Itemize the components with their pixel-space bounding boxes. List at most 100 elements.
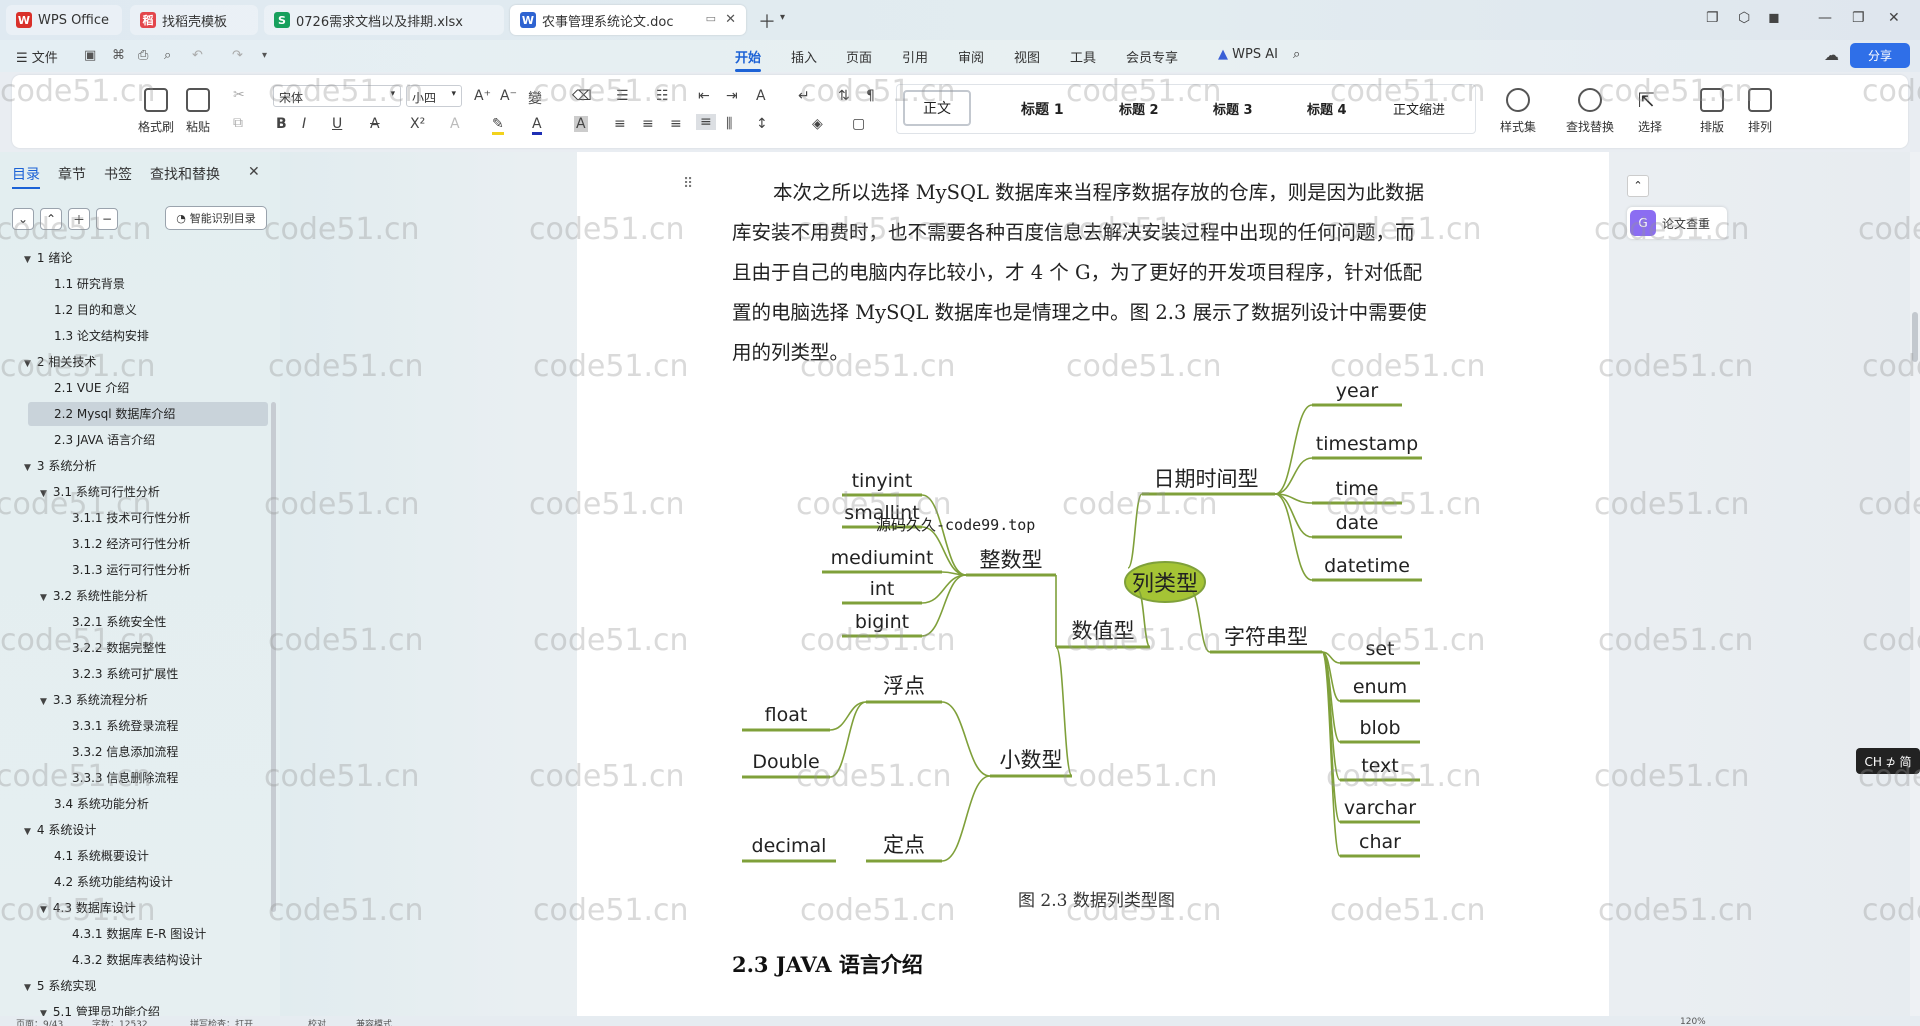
font-name-select[interactable]: 宋体 ▾: [273, 85, 401, 107]
toc-item[interactable]: ▼ 3.3 系统流程分析: [40, 688, 148, 712]
chevron-down-icon[interactable]: ▼: [40, 905, 47, 915]
toc-item[interactable]: 2.2 Mysql 数据库介绍: [28, 402, 268, 426]
menu-insert[interactable]: 插入: [791, 47, 817, 66]
preview-icon[interactable]: ⌕: [164, 48, 171, 63]
avatar[interactable]: ◼: [1768, 10, 1780, 26]
bold-icon[interactable]: B: [276, 116, 287, 132]
chevron-down-icon[interactable]: ▼: [40, 489, 47, 499]
spell-check[interactable]: 拼写检查：打开: [190, 1017, 253, 1026]
zoom-level[interactable]: 120%: [1680, 1017, 1706, 1026]
toc-item[interactable]: ▼ 1 绪论: [24, 246, 72, 270]
style-set-button[interactable]: 样式集: [1500, 88, 1536, 135]
remove-heading-button[interactable]: −: [96, 208, 118, 230]
highlight-icon[interactable]: ✎: [492, 116, 504, 135]
tab-docer[interactable]: 稻 找稻壳模板: [130, 5, 258, 35]
toc-item[interactable]: 3.3.1 系统登录流程: [58, 714, 178, 738]
text-direction-icon[interactable]: A: [756, 88, 766, 104]
maximize-icon[interactable]: ❐: [1852, 10, 1865, 26]
close-window-icon[interactable]: ✕: [1888, 10, 1900, 26]
toc-scrollbar[interactable]: [271, 402, 276, 912]
tab-spreadsheet[interactable]: S 0726需求文档以及排期.xlsx: [264, 5, 504, 35]
toc-item[interactable]: 3.1.1 技术可行性分析: [58, 506, 190, 530]
plagiarism-check-button[interactable]: G 论文查重: [1627, 207, 1727, 239]
format-painter-button[interactable]: 格式刷: [138, 88, 174, 135]
cut-icon[interactable]: ✂: [233, 87, 245, 103]
toc-item[interactable]: ▼ 3.2 系统性能分析: [40, 584, 148, 608]
toc-item[interactable]: 3.3.2 信息添加流程: [58, 740, 178, 764]
toc-item[interactable]: 3.1.3 运行可行性分析: [58, 558, 190, 582]
doc-scrollbar-thumb[interactable]: [1912, 312, 1918, 362]
toc-item[interactable]: ▼ 2 相关技术: [24, 350, 96, 374]
toc-item[interactable]: 3.2.2 数据完整性: [58, 636, 166, 660]
word-count[interactable]: 字数：12532: [92, 1017, 148, 1026]
save-icon[interactable]: ▣: [84, 48, 96, 63]
toc-item[interactable]: 1.1 研究背景: [40, 272, 125, 296]
close-panel-icon[interactable]: ✕: [248, 164, 260, 180]
tab-wps-office[interactable]: W WPS Office: [6, 5, 122, 35]
share-button[interactable]: 分享: [1850, 43, 1910, 68]
chevron-down-icon[interactable]: ▾: [780, 12, 785, 23]
toc-item[interactable]: 3.2.3 系统可扩展性: [58, 662, 178, 686]
tab-find-replace[interactable]: 查找和替换: [150, 164, 220, 184]
file-menu[interactable]: ☰ 文件: [16, 47, 58, 66]
menu-view[interactable]: 视图: [1014, 47, 1040, 66]
ime-indicator[interactable]: CH ⊅ 简: [1856, 748, 1920, 774]
layout-button[interactable]: 排版: [1700, 88, 1724, 135]
increase-indent-icon[interactable]: ⇥: [726, 88, 738, 104]
font-size-select[interactable]: 小四 ▾: [406, 85, 462, 107]
justify-icon[interactable]: ≡: [696, 114, 716, 130]
chevron-down-icon[interactable]: ▼: [24, 359, 31, 369]
superscript-icon[interactable]: X²: [410, 116, 425, 132]
minimize-icon[interactable]: —: [1818, 10, 1832, 26]
decrease-indent-icon[interactable]: ⇤: [698, 88, 710, 104]
style-heading-3[interactable]: 标题 3: [1213, 99, 1253, 118]
line-spacing-icon[interactable]: ↕: [756, 116, 768, 132]
page-count[interactable]: 页面：9/43: [16, 1017, 63, 1026]
tab-chapters[interactable]: 章节: [58, 164, 86, 184]
toc-item[interactable]: ▼ 3 系统分析: [24, 454, 96, 478]
menu-home[interactable]: 开始: [735, 47, 762, 72]
toc-item[interactable]: 2.1 VUE 介绍: [40, 376, 129, 400]
align-left-icon[interactable]: ≡: [614, 116, 626, 132]
style-heading-4[interactable]: 标题 4: [1307, 99, 1347, 118]
more-icon[interactable]: ▾: [262, 50, 267, 61]
monitor-icon[interactable]: ▭: [706, 12, 716, 25]
toc-item[interactable]: ▼ 4 系统设计: [24, 818, 96, 842]
doc-scrollbar[interactable]: [1910, 152, 1920, 1016]
toc-item[interactable]: ▼ 5 系统实现: [24, 974, 96, 998]
style-body-indent[interactable]: 正文缩进: [1393, 99, 1445, 118]
print-icon[interactable]: ⎙: [138, 48, 148, 63]
find-replace-button[interactable]: 查找替换: [1566, 88, 1614, 135]
smart-toc-button[interactable]: ◔ 智能识别目录: [165, 206, 267, 230]
align-center-icon[interactable]: ≡: [642, 116, 654, 132]
paste-button[interactable]: 粘贴: [186, 88, 210, 135]
phonetic-icon[interactable]: 變: [528, 88, 542, 108]
text-effect-icon[interactable]: A: [450, 116, 460, 132]
toc-item[interactable]: 4.1 系统概要设计: [40, 844, 149, 868]
toc-item[interactable]: 1.2 目的和意义: [40, 298, 137, 322]
toc-item[interactable]: 3.4 系统功能分析: [40, 792, 149, 816]
char-shading-icon[interactable]: A: [574, 116, 588, 132]
cloud-icon[interactable]: ☁: [1824, 46, 1839, 64]
toc-item[interactable]: 3.3.3 信息删除流程: [58, 766, 178, 790]
toc-item[interactable]: 4.3.2 数据库表结构设计: [58, 948, 202, 972]
close-tab-icon[interactable]: ✕: [725, 12, 736, 27]
redo-icon[interactable]: ↷: [232, 48, 243, 63]
shrink-font-icon[interactable]: A⁻: [500, 88, 517, 104]
restore-pages-icon[interactable]: ❐: [1706, 10, 1719, 26]
proofread[interactable]: 校对: [308, 1017, 326, 1026]
cube-icon[interactable]: ⬡: [1738, 10, 1750, 26]
new-tab-icon[interactable]: ＋: [758, 8, 776, 34]
distribute-icon[interactable]: ⫼: [726, 116, 732, 132]
align-right-icon[interactable]: ≡: [670, 116, 682, 132]
arrange-button[interactable]: 排列: [1748, 88, 1772, 135]
tab-document[interactable]: W 农事管理系统论文.doc ✕ ▭: [510, 5, 746, 35]
numbered-list-icon[interactable]: ☷: [656, 88, 669, 104]
toc-item[interactable]: ▼ 3.1 系统可行性分析: [40, 480, 160, 504]
grow-font-icon[interactable]: A⁺: [474, 88, 491, 104]
toc-item[interactable]: 3.2.1 系统安全性: [58, 610, 166, 634]
menu-reference[interactable]: 引用: [902, 47, 928, 66]
style-heading-2[interactable]: 标题 2: [1119, 99, 1159, 118]
toc-item[interactable]: 3.1.2 经济可行性分析: [58, 532, 190, 556]
clear-format-icon[interactable]: ⌫: [572, 88, 592, 104]
